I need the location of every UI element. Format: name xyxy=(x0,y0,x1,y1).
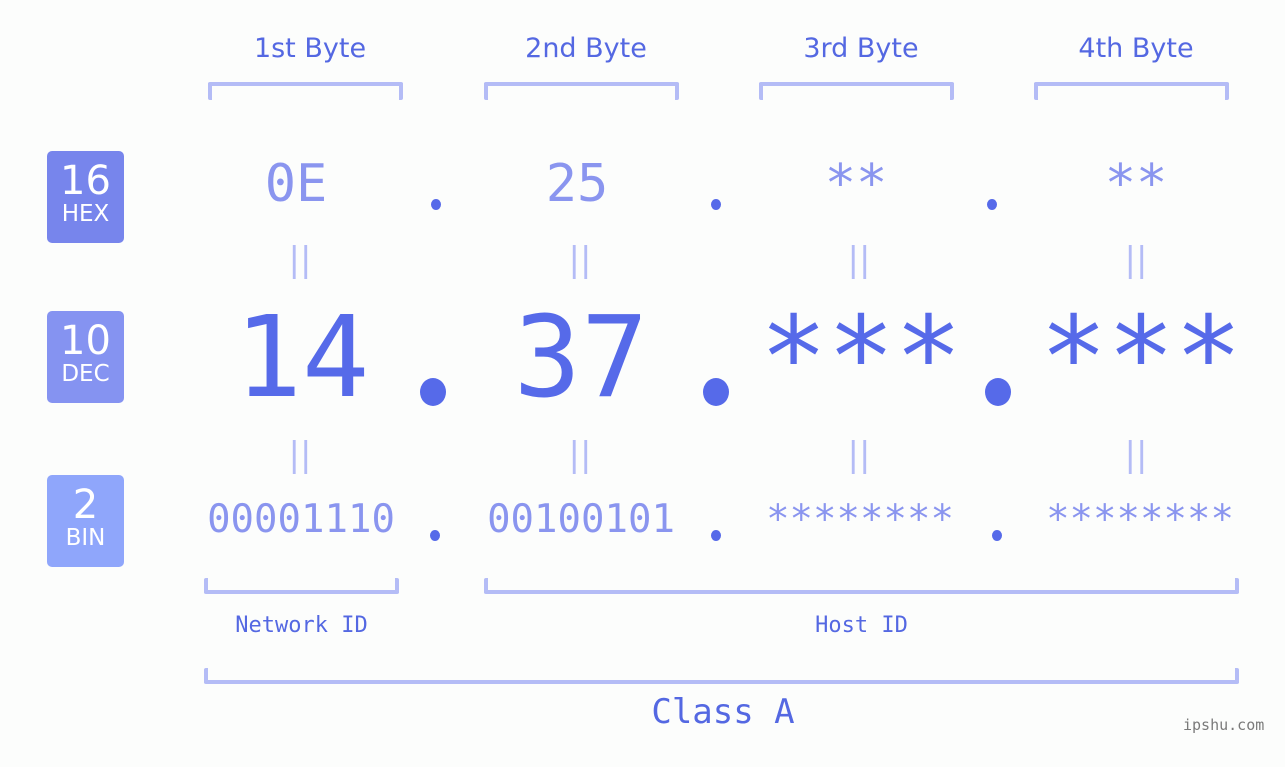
bin-byte-4: ******** xyxy=(1046,497,1234,542)
bin-byte-3: ******** xyxy=(766,497,954,542)
equals-sign: || xyxy=(568,240,592,280)
bin-badge-label: BIN xyxy=(65,525,106,551)
byte-header-1: 1st Byte xyxy=(253,33,367,64)
bin-badge: 2 BIN xyxy=(47,475,124,567)
equals-sign: || xyxy=(288,435,312,475)
hex-separator-dot xyxy=(431,199,441,210)
dec-separator-dot xyxy=(703,378,729,406)
bin-byte-1: 00001110 xyxy=(207,497,395,542)
byte-header-4: 4th Byte xyxy=(1078,33,1194,64)
equals-sign: || xyxy=(847,435,871,475)
bin-separator-dot xyxy=(430,530,440,541)
host-id-bracket xyxy=(484,578,1239,594)
class-bracket xyxy=(204,668,1239,684)
hex-badge-number: 16 xyxy=(60,158,111,204)
dec-byte-2: 37 xyxy=(513,293,649,423)
host-id-label: Host ID xyxy=(815,613,908,638)
equals-sign: || xyxy=(1124,435,1148,475)
byte-bracket-2 xyxy=(484,82,679,100)
dec-separator-dot xyxy=(420,378,446,406)
network-id-label: Network ID xyxy=(235,613,368,638)
dec-badge: 10 DEC xyxy=(47,311,124,403)
class-label: Class A xyxy=(651,692,795,732)
hex-separator-dot xyxy=(987,199,997,210)
dec-badge-label: DEC xyxy=(61,361,110,387)
bin-badge-number: 2 xyxy=(72,482,99,528)
bin-separator-dot xyxy=(711,530,721,541)
dec-byte-1: 14 xyxy=(234,293,370,423)
dec-badge-number: 10 xyxy=(60,318,111,364)
hex-byte-4: ** xyxy=(1104,154,1168,214)
watermark: ipshu.com xyxy=(1183,716,1265,734)
dec-separator-dot xyxy=(985,378,1011,406)
hex-badge: 16 HEX xyxy=(47,151,124,243)
hex-byte-1: 0E xyxy=(264,154,328,214)
byte-bracket-4 xyxy=(1034,82,1229,100)
network-id-bracket xyxy=(204,578,399,594)
bin-byte-2: 00100101 xyxy=(487,497,675,542)
byte-header-2: 2nd Byte xyxy=(525,33,647,64)
equals-sign: || xyxy=(1124,240,1148,280)
hex-byte-3: ** xyxy=(824,154,888,214)
equals-sign: || xyxy=(288,240,312,280)
bin-separator-dot xyxy=(992,530,1002,541)
hex-byte-2: 25 xyxy=(545,154,609,214)
byte-bracket-1 xyxy=(208,82,403,100)
byte-header-3: 3rd Byte xyxy=(803,33,919,64)
hex-badge-label: HEX xyxy=(61,201,110,227)
equals-sign: || xyxy=(568,435,592,475)
dec-byte-3: *** xyxy=(759,293,963,423)
equals-sign: || xyxy=(847,240,871,280)
hex-separator-dot xyxy=(711,199,721,210)
dec-byte-4: *** xyxy=(1039,293,1243,423)
byte-bracket-3 xyxy=(759,82,954,100)
